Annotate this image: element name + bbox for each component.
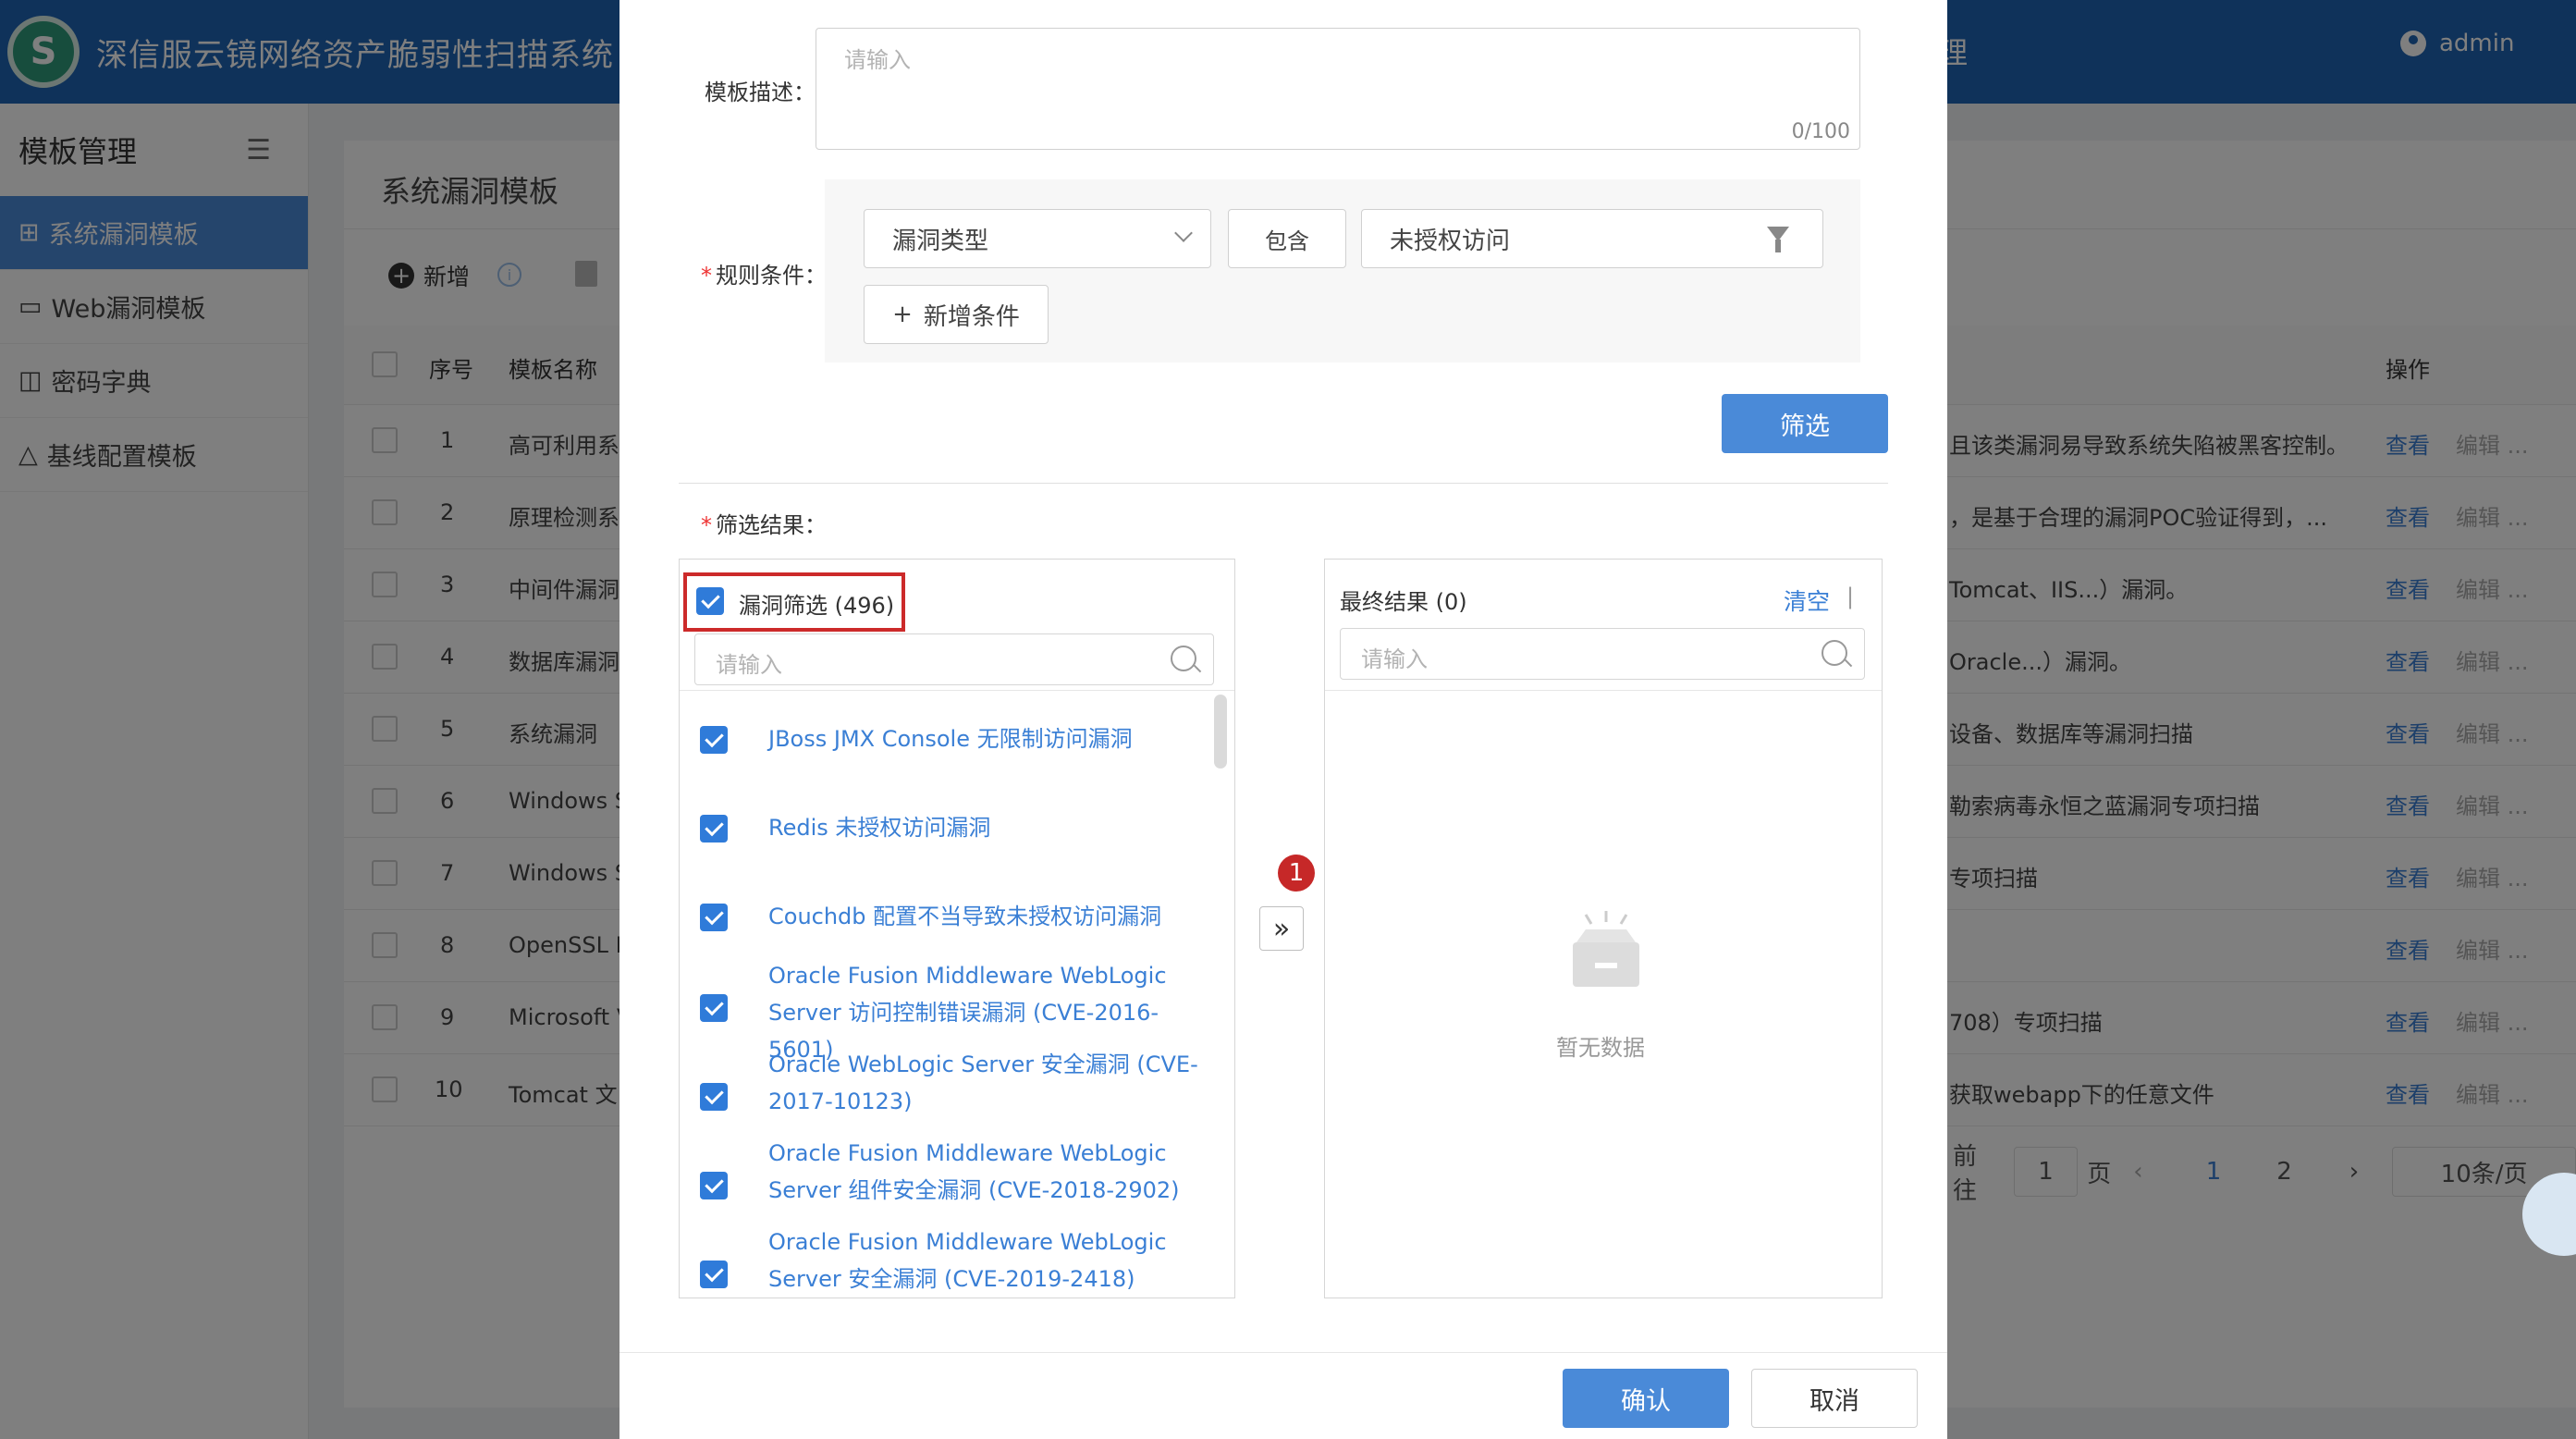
desc-placeholder: 请输入 bbox=[844, 47, 911, 73]
filter-button[interactable]: 筛选 bbox=[1722, 394, 1888, 453]
description-textarea[interactable]: 请输入 0/100 bbox=[816, 28, 1860, 150]
cancel-button[interactable]: 取消 bbox=[1751, 1369, 1918, 1428]
list-item[interactable]: Redis 未授权访问漏洞 bbox=[680, 785, 1234, 874]
checkbox-checked-icon[interactable] bbox=[700, 1083, 728, 1111]
vuln-item-label: Oracle Fusion Middleware WebLogic Server… bbox=[768, 1229, 1167, 1292]
separator: | bbox=[1846, 584, 1855, 609]
select-all-source[interactable]: 漏洞筛选 (496) bbox=[683, 572, 905, 632]
vuln-item-label: Couchdb 配置不当导致未授权访问漏洞 bbox=[768, 904, 1162, 929]
scrollbar[interactable] bbox=[1214, 695, 1227, 769]
divider bbox=[679, 483, 1888, 484]
add-condition-button[interactable]: + 新增条件 bbox=[864, 285, 1049, 344]
vuln-item-label: Oracle WebLogic Server 安全漏洞 (CVE-2017-10… bbox=[768, 1052, 1198, 1114]
vuln-item-label: Redis 未授权访问漏洞 bbox=[768, 815, 991, 841]
add-condition-label: 新增条件 bbox=[923, 302, 1020, 331]
empty-box-icon bbox=[1573, 911, 1639, 987]
list-item[interactable]: Oracle Fusion Middleware WebLogic Server… bbox=[680, 1224, 1234, 1312]
result-label: * 筛选结果： bbox=[701, 512, 827, 538]
desc-label: 模板描述： bbox=[705, 80, 816, 105]
empty-text: 暂无数据 bbox=[1556, 1035, 1645, 1061]
search-icon bbox=[1171, 646, 1196, 671]
target-title: 最终结果 (0) bbox=[1340, 589, 1467, 615]
clear-button[interactable]: 清空 bbox=[1784, 584, 1830, 617]
list-item[interactable]: Oracle Fusion Middleware WebLogic Server… bbox=[680, 957, 1234, 1063]
search-placeholder: 请输入 bbox=[716, 652, 782, 678]
filter-icon bbox=[1767, 227, 1789, 252]
vuln-item-label: JBoss JMX Console 无限制访问漏洞 bbox=[768, 726, 1133, 752]
rule-conditions-panel: 漏洞类型 包含 未授权访问 + 新增条件 bbox=[825, 179, 1860, 363]
source-transfer-panel: 漏洞筛选 (496) 请输入 JBoss JMX Console 无限制访问漏洞… bbox=[679, 559, 1235, 1298]
list-item[interactable]: Oracle Fusion Middleware WebLogic Server… bbox=[680, 1135, 1234, 1224]
rule-operator-select[interactable]: 包含 bbox=[1228, 209, 1346, 268]
rule-operator-value: 包含 bbox=[1265, 228, 1309, 254]
plus-icon: + bbox=[892, 301, 913, 328]
char-counter: 0/100 bbox=[1791, 120, 1850, 143]
checkbox-checked-icon[interactable] bbox=[700, 904, 728, 931]
rule-value-text: 未授权访问 bbox=[1390, 227, 1511, 255]
source-title: 漏洞筛选 (496) bbox=[739, 593, 895, 619]
rule-field-select[interactable]: 漏洞类型 bbox=[864, 209, 1211, 268]
search-placeholder: 请输入 bbox=[1361, 646, 1428, 672]
checkbox-checked-icon[interactable] bbox=[700, 726, 728, 754]
checkbox-checked-icon[interactable] bbox=[696, 587, 724, 615]
source-search-input[interactable]: 请输入 bbox=[694, 633, 1214, 685]
list-item[interactable]: Oracle WebLogic Server 安全漏洞 (CVE-2017-10… bbox=[680, 1046, 1234, 1135]
checkbox-checked-icon[interactable] bbox=[700, 1261, 728, 1288]
list-item[interactable]: Couchdb 配置不当导致未授权访问漏洞 bbox=[680, 874, 1234, 963]
checkbox-checked-icon[interactable] bbox=[700, 1172, 728, 1199]
vuln-item-label: Oracle Fusion Middleware WebLogic Server… bbox=[768, 1140, 1180, 1203]
step-badge: 1 bbox=[1278, 855, 1315, 892]
checkbox-checked-icon[interactable] bbox=[700, 815, 728, 842]
template-dialog: 模板描述： 请输入 0/100 * 规则条件： 漏洞类型 包含 未授权访问 + 新… bbox=[619, 0, 1947, 1439]
list-item[interactable]: JBoss JMX Console 无限制访问漏洞 bbox=[680, 696, 1234, 785]
transfer-right-button[interactable]: » bbox=[1259, 906, 1304, 951]
rule-value-select[interactable]: 未授权访问 bbox=[1361, 209, 1823, 268]
divider bbox=[619, 1352, 1947, 1353]
chevron-down-icon bbox=[1174, 224, 1193, 242]
target-panel-header: 最终结果 (0) 清空 | 请输入 bbox=[1325, 560, 1882, 691]
rule-label: * 规则条件： bbox=[701, 263, 827, 289]
confirm-button[interactable]: 确认 bbox=[1563, 1369, 1729, 1428]
rule-field-value: 漏洞类型 bbox=[892, 227, 989, 255]
checkbox-checked-icon[interactable] bbox=[700, 994, 728, 1022]
search-icon bbox=[1822, 640, 1847, 666]
source-panel-header: 漏洞筛选 (496) 请输入 bbox=[680, 560, 1234, 691]
target-search-input[interactable]: 请输入 bbox=[1340, 628, 1865, 680]
target-transfer-panel: 最终结果 (0) 清空 | 请输入 暂无数据 bbox=[1324, 559, 1883, 1298]
